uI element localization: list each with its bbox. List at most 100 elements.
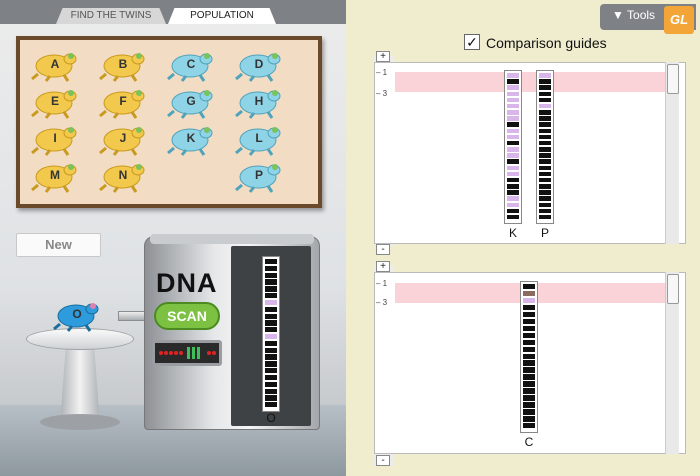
dna-band — [265, 340, 277, 347]
dna-band — [523, 346, 535, 352]
frog-d[interactable]: D — [234, 48, 284, 82]
dna-band — [507, 184, 519, 189]
frog-label: F — [119, 94, 127, 108]
dna-band — [507, 153, 519, 158]
new-button[interactable]: New — [16, 233, 101, 257]
dna-band — [507, 110, 519, 115]
dna-band — [539, 171, 551, 177]
dna-band — [507, 91, 519, 97]
dna-band — [539, 196, 551, 201]
zoom-out-button-bottom[interactable]: - — [376, 455, 390, 466]
triangle-down-icon: ▼ — [612, 8, 624, 22]
frog-m[interactable]: M — [30, 159, 80, 193]
frog-board: A B C D E F G H I J K L M N P — [16, 36, 322, 208]
comparison-guides-label: Comparison guides — [486, 35, 607, 51]
dna-band — [523, 423, 535, 429]
tools-menu[interactable]: ▼ Tools — [612, 8, 655, 22]
frog-b[interactable]: B — [98, 48, 148, 82]
frog-label: J — [119, 131, 127, 145]
dna-band — [523, 297, 535, 304]
dna-band — [539, 190, 551, 195]
frog-n[interactable]: N — [98, 159, 148, 193]
bottom-panel-scrollbar[interactable] — [665, 272, 679, 454]
frog-label: A — [50, 57, 60, 71]
dna-band — [265, 286, 277, 292]
frog-j[interactable]: J — [98, 122, 148, 156]
dna-band — [265, 265, 277, 272]
dna-band — [265, 327, 277, 333]
tab-population[interactable]: POPULATION — [168, 8, 276, 24]
dna-band — [507, 128, 519, 134]
frog-p[interactable]: P — [234, 159, 284, 193]
dna-band — [539, 85, 551, 90]
tab-bar: FIND THE TWINS POPULATION — [0, 0, 346, 24]
zoom-in-button[interactable]: + — [376, 51, 390, 62]
frog-label: E — [50, 94, 59, 108]
dna-band — [265, 299, 277, 306]
dna-band — [265, 347, 277, 353]
dna-strip-o — [262, 256, 280, 412]
ruler-mark-1-bottom: – 1 — [376, 279, 388, 288]
dna-band — [523, 318, 535, 325]
frog-g[interactable]: G — [166, 85, 216, 119]
dna-band — [523, 290, 535, 297]
dna-band — [523, 284, 535, 290]
dna-band — [523, 402, 535, 408]
dna-band — [265, 368, 277, 374]
frog-k[interactable]: K — [166, 122, 216, 156]
zoom-in-button-bottom[interactable]: + — [376, 261, 390, 272]
tab-find-the-twins[interactable]: FIND THE TWINS — [56, 8, 166, 24]
dna-band — [265, 395, 277, 401]
gizmo-logo-icon[interactable]: GL — [664, 6, 694, 34]
frog-label: H — [254, 94, 264, 108]
dna-band — [539, 214, 551, 220]
dna-band — [523, 311, 535, 318]
dna-band — [507, 85, 519, 90]
frog-label: D — [254, 57, 264, 71]
frog-o[interactable]: O — [52, 298, 102, 332]
dna-band — [507, 208, 519, 214]
dna-band — [523, 367, 535, 373]
ruler-mark-1: – 1 — [376, 68, 388, 77]
dna-strip-p — [536, 70, 554, 224]
dna-band — [539, 103, 551, 109]
dna-band — [523, 304, 535, 311]
dna-band — [265, 272, 277, 278]
scroll-thumb-bottom[interactable] — [667, 274, 679, 304]
dna-band — [523, 339, 535, 346]
dna-band — [523, 325, 535, 332]
frog-label: N — [118, 168, 128, 182]
scanner-top — [150, 234, 314, 244]
frog-i[interactable]: I — [30, 122, 80, 156]
scroll-thumb[interactable] — [667, 64, 679, 94]
comparison-guides-checkbox[interactable]: ✓ — [464, 34, 480, 50]
dna-band — [507, 79, 519, 84]
dna-band — [539, 159, 551, 164]
led-indicator-icon — [159, 347, 216, 359]
frog-e[interactable]: E — [30, 85, 80, 119]
dna-strip-c — [520, 281, 538, 433]
frog-a[interactable]: A — [30, 48, 80, 82]
zoom-out-button[interactable]: - — [376, 244, 390, 255]
frog-label: L — [255, 131, 263, 145]
scan-button[interactable]: SCAN — [154, 302, 220, 330]
dna-band — [507, 196, 519, 201]
dna-band — [539, 134, 551, 140]
comparison-guide-top — [395, 72, 665, 92]
dna-band — [507, 116, 519, 121]
dna-band — [265, 313, 277, 319]
dna-band — [539, 91, 551, 97]
dna-band — [539, 153, 551, 158]
frog-label: O — [72, 307, 82, 321]
frog-h[interactable]: H — [234, 85, 284, 119]
strip-label-p: P — [540, 226, 549, 240]
dna-band — [507, 214, 519, 220]
dna-band — [523, 353, 535, 359]
dna-band — [265, 334, 277, 340]
dna-band — [507, 159, 519, 164]
frog-l[interactable]: L — [234, 122, 284, 156]
top-panel-scrollbar[interactable] — [665, 62, 679, 244]
dna-band — [507, 202, 519, 208]
frog-c[interactable]: C — [166, 48, 216, 82]
frog-f[interactable]: F — [98, 85, 148, 119]
